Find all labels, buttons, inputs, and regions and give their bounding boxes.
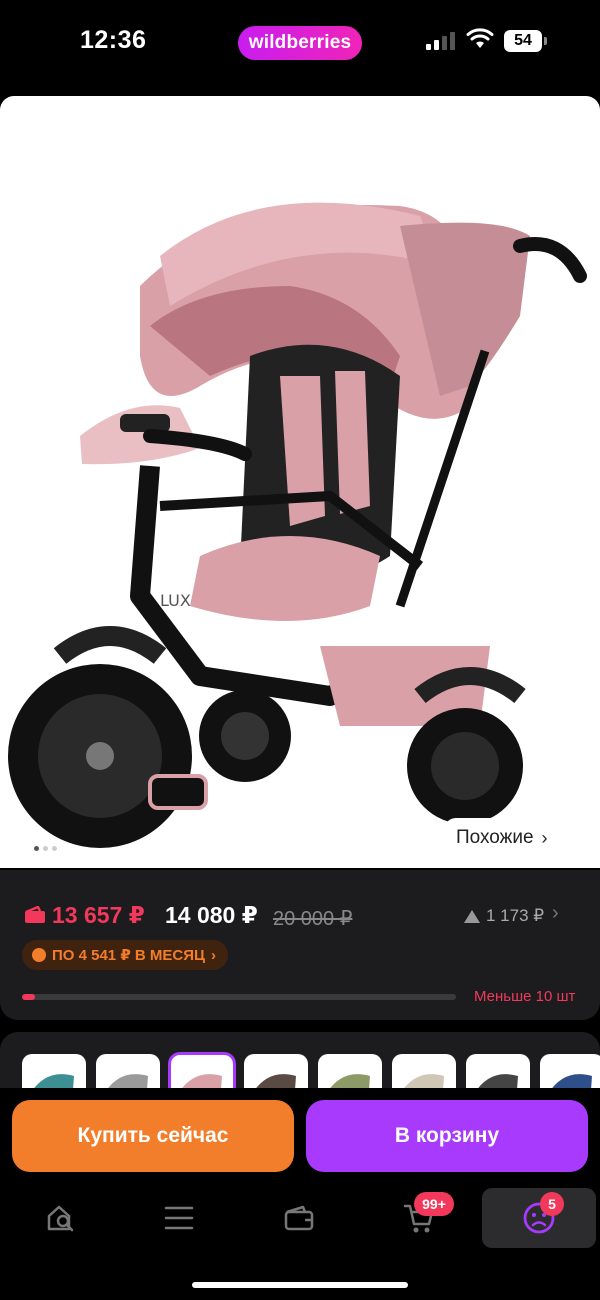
price-card: 13 657 ₽ 14 080 ₽ 20 000 ₽ 1 173 ₽ › ПО … [0, 870, 600, 1020]
product-gallery[interactable]: LUX Похожие › [0, 96, 600, 868]
share-icon[interactable] [548, 106, 582, 146]
pagination-dot [43, 846, 48, 851]
add-to-cart-button[interactable]: В корзину [306, 1100, 588, 1172]
pagination-dot [52, 846, 57, 851]
battery-icon: 54 [504, 30, 542, 52]
buy-now-button[interactable]: Купить сейчас [12, 1100, 294, 1172]
status-bar: 12:36 wildberries 54 [0, 0, 600, 84]
wallet-icon [25, 906, 45, 923]
status-time: 12:36 [80, 26, 147, 54]
nav-home[interactable] [4, 1188, 118, 1248]
price-up-icon [464, 909, 480, 923]
chevron-right-icon: › [541, 827, 548, 848]
nav-wallet[interactable] [242, 1188, 356, 1248]
nav-profile[interactable]: 5 [482, 1188, 596, 1248]
app-pill[interactable]: wildberries [238, 26, 362, 60]
wallet-icon [284, 1205, 314, 1231]
back-arrow-icon[interactable] [20, 110, 56, 150]
bottom-nav: 99+ 5 [0, 1182, 600, 1300]
stock-progress-fill [22, 994, 36, 1000]
nav-cart[interactable]: 99+ [362, 1188, 476, 1248]
price-history[interactable]: 1 173 ₽ [464, 906, 544, 926]
similar-label: Похожие [456, 827, 534, 848]
battery-tip [544, 37, 547, 45]
stock-label: Меньше 10 шт [474, 988, 576, 1005]
chevron-right-icon[interactable]: › [552, 902, 559, 925]
chevron-right-icon: › [211, 946, 216, 964]
installment-icon [32, 948, 46, 962]
action-bar: Купить сейчас В корзину [0, 1088, 600, 1182]
home-indicator [192, 1282, 408, 1288]
heart-icon[interactable] [476, 108, 514, 144]
nav-catalog[interactable] [122, 1188, 236, 1248]
tricycle-image[interactable]: LUX [0, 136, 600, 856]
wifi-icon [466, 28, 494, 48]
menu-icon [164, 1206, 194, 1230]
cellular-signal-icon [426, 32, 455, 50]
similar-button[interactable]: Похожие › [444, 818, 580, 858]
price-old: 20 000 ₽ [273, 908, 353, 930]
cart-badge: 99+ [414, 1192, 454, 1216]
home-search-icon [47, 1205, 74, 1232]
stock-progress-bar [22, 994, 456, 1000]
price-current: 14 080 ₽ [165, 902, 258, 928]
image-pagination [34, 846, 57, 851]
price-history-value: 1 173 ₽ [486, 906, 545, 925]
pagination-dot [34, 846, 39, 851]
profile-badge: 5 [540, 1192, 564, 1216]
wallet-price: 13 657 ₽ [52, 902, 145, 928]
svg-text:LUX: LUX [160, 591, 191, 610]
installment-label: ПО 4 541 ₽ В МЕСЯЦ [52, 947, 205, 964]
installment-badge[interactable]: ПО 4 541 ₽ В МЕСЯЦ › [22, 940, 228, 970]
